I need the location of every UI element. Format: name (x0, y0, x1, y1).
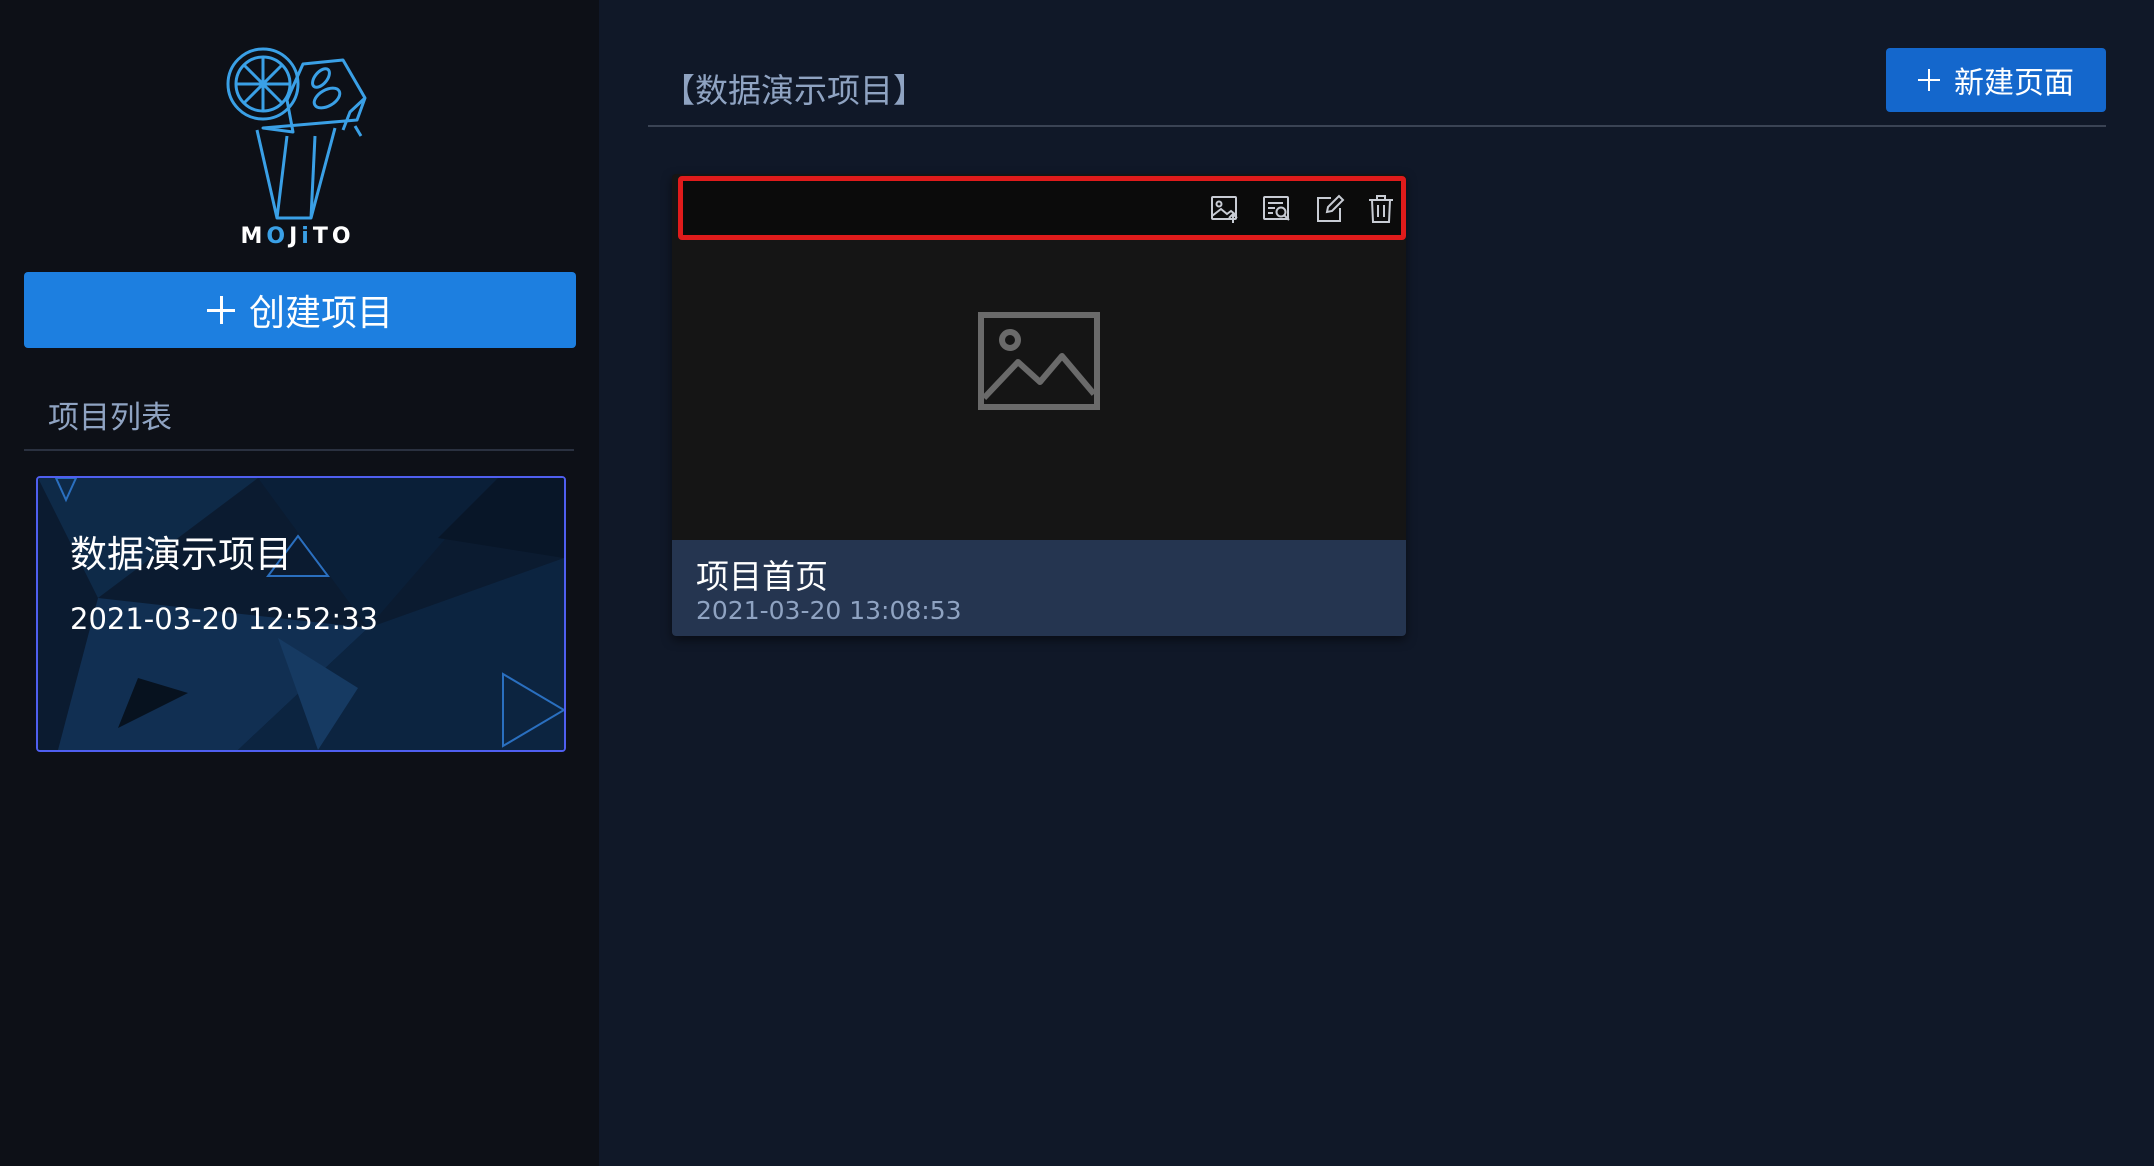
image-placeholder-icon (978, 312, 1100, 410)
logo-wordmark: MOJiTO (240, 224, 355, 249)
plus-icon (1918, 69, 1940, 91)
mojito-logo-icon (226, 47, 367, 220)
project-card[interactable]: 数据演示项目 2021-03-20 12:52:33 (36, 476, 566, 752)
project-name: 数据演示项目 (70, 533, 292, 576)
project-date: 2021-03-20 12:52:33 (70, 602, 378, 636)
page-name: 项目首页 (696, 557, 828, 596)
app-root: MOJiTO 创建项目 项目列表 数据演示项目 2021-03-20 12:52… (0, 0, 2154, 1166)
page-card-toolbar (678, 176, 1406, 240)
page-card[interactable]: 项目首页 2021-03-20 13:08:53 (672, 174, 1406, 636)
page-thumbnail[interactable] (672, 244, 1406, 534)
title-divider (648, 125, 2106, 127)
mojito-logo: MOJiTO (215, 40, 380, 255)
page-title: 【数据演示项目】 (662, 71, 926, 110)
page-date: 2021-03-20 13:08:53 (696, 596, 962, 625)
sidebar: MOJiTO 创建项目 项目列表 数据演示项目 2021-03-20 12:52… (0, 0, 599, 1166)
create-project-label: 创建项目 (248, 293, 393, 334)
new-page-label: 新建页面 (1954, 66, 2074, 101)
edit-icon[interactable] (1313, 193, 1345, 225)
create-project-button[interactable]: 创建项目 (24, 272, 576, 348)
page-card-footer: 项目首页 2021-03-20 13:08:53 (672, 540, 1406, 636)
delete-icon[interactable] (1365, 193, 1397, 225)
project-list-title: 项目列表 (48, 400, 172, 436)
image-upload-icon[interactable] (1209, 193, 1241, 225)
preview-icon[interactable] (1261, 193, 1293, 225)
plus-icon (206, 296, 235, 324)
new-page-button[interactable]: 新建页面 (1886, 48, 2106, 112)
project-list-divider (24, 449, 574, 451)
